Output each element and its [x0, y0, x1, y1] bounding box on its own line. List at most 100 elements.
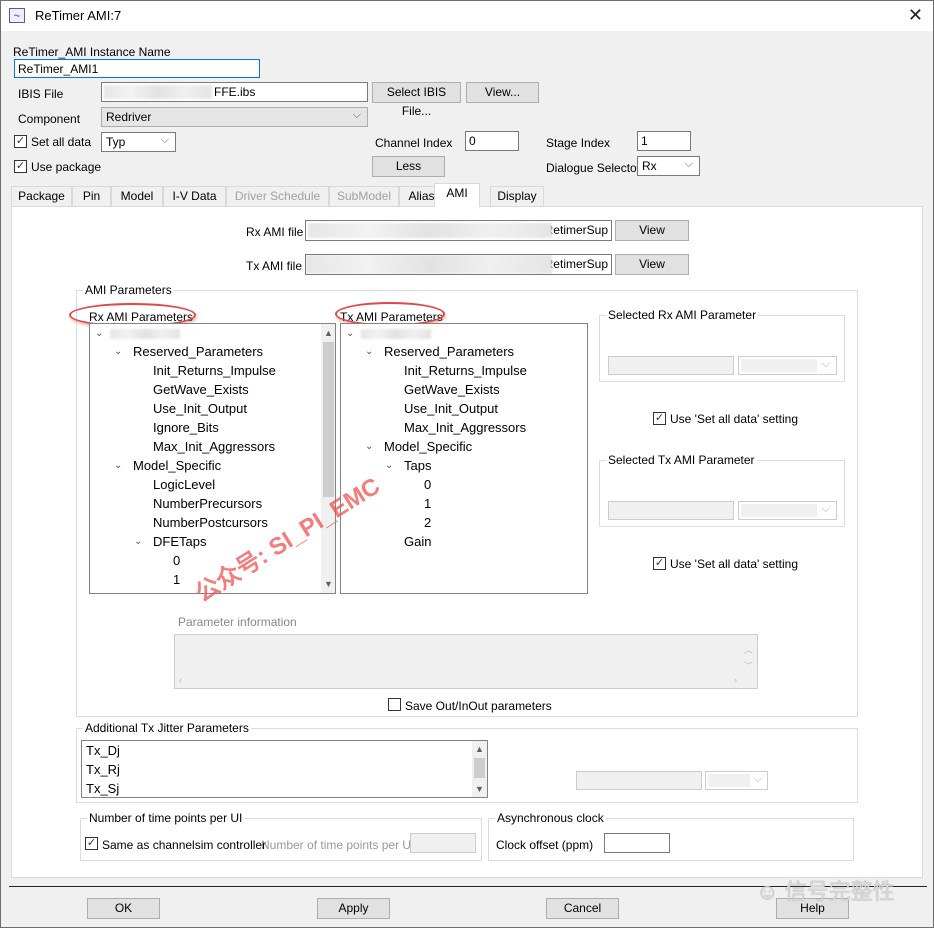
- chevron-down-icon[interactable]: ⌄: [114, 346, 122, 357]
- same-as-channelsim-checkbox[interactable]: ✓: [85, 837, 98, 850]
- scroll-down-icon: ﹀: [743, 661, 753, 671]
- list-item[interactable]: Tx_Dj: [86, 743, 120, 758]
- tree-node[interactable]: 0: [173, 553, 180, 568]
- chevron-down-icon[interactable]: ⌄: [365, 441, 373, 452]
- stage-index-label: Stage Index: [546, 136, 611, 150]
- component-select[interactable]: Redriver ⌵: [101, 107, 368, 127]
- tree-node[interactable]: 1: [173, 572, 180, 587]
- chevron-down-icon: ⌵: [352, 109, 361, 121]
- set-all-data-value: Typ: [106, 135, 126, 149]
- dialogue-selector-label: Dialogue Selector: [546, 161, 641, 175]
- use-package-checkbox[interactable]: ✓: [14, 160, 27, 173]
- chevron-down-icon[interactable]: ⌄: [365, 346, 373, 357]
- scroll-thumb[interactable]: [323, 342, 334, 497]
- tab-iv-data[interactable]: I-V Data: [163, 186, 226, 206]
- save-out-checkbox[interactable]: [388, 698, 401, 711]
- tree-node[interactable]: Init_Returns_Impulse: [404, 363, 527, 378]
- select-ibis-file-button[interactable]: Select IBIS File...: [372, 82, 461, 118]
- tree-node[interactable]: Gain: [404, 534, 431, 549]
- chevron-down-icon: ⌵: [684, 158, 693, 170]
- tx-view-button[interactable]: View: [615, 254, 689, 275]
- tree-node[interactable]: GetWave_Exists: [404, 382, 500, 397]
- set-all-data-select[interactable]: Typ ⌵: [101, 132, 176, 152]
- tx-ami-file-label: Tx AMI file: [246, 259, 303, 273]
- tree-node[interactable]: 0: [424, 477, 431, 492]
- selected-tx-value-select: ⌵: [738, 501, 837, 520]
- selected-rx-value-select: ⌵: [738, 356, 837, 375]
- clock-offset-input[interactable]: [604, 833, 670, 853]
- tree-node[interactable]: Model_Specific: [384, 439, 472, 454]
- stage-index-input[interactable]: 1: [637, 131, 691, 151]
- tree-node[interactable]: Model_Specific: [133, 458, 221, 473]
- chevron-down-icon[interactable]: ⌄: [114, 460, 122, 471]
- tab-model[interactable]: Model: [111, 186, 163, 206]
- tree-node[interactable]: NumberPrecursors: [153, 496, 262, 511]
- apply-button[interactable]: Apply: [317, 898, 390, 919]
- tree-node[interactable]: 1: [424, 496, 431, 511]
- rx-parameters-tree[interactable]: ⌄ ⌄ Reserved_Parameters Init_Returns_Impul…: [89, 323, 336, 594]
- tab-ami[interactable]: AMI: [434, 183, 480, 207]
- channel-index-input[interactable]: 0: [465, 131, 519, 151]
- scroll-thumb[interactable]: [474, 758, 485, 778]
- list-item[interactable]: Tx_Sj: [86, 781, 119, 796]
- ok-button[interactable]: OK: [87, 898, 160, 919]
- rx-ami-file-input[interactable]: _RetimerSup: [305, 220, 612, 241]
- rx-use-set-all-data-checkbox[interactable]: ✓: [653, 412, 666, 425]
- time-points-input: [410, 833, 476, 853]
- jitter-list-scrollbar[interactable]: ▲ ▼: [472, 741, 487, 797]
- tree-node[interactable]: Use_Init_Output: [153, 401, 247, 416]
- scroll-down-icon[interactable]: ▼: [475, 784, 484, 794]
- tree-node[interactable]: Reserved_Parameters: [384, 344, 514, 359]
- dialogue-selector-select[interactable]: Rx ⌵: [637, 156, 700, 176]
- cancel-button[interactable]: Cancel: [546, 898, 619, 919]
- tree-node[interactable]: Use_Init_Output: [404, 401, 498, 416]
- list-item[interactable]: Tx_Rj: [86, 762, 120, 777]
- tx-parameters-tree[interactable]: ⌄ ⌄ Reserved_Parameters Init_Returns_Impul…: [340, 323, 588, 594]
- rx-view-button[interactable]: View: [615, 220, 689, 241]
- tree-node[interactable]: Max_Init_Aggressors: [153, 439, 275, 454]
- tab-package[interactable]: Package: [11, 186, 72, 206]
- chevron-down-icon[interactable]: ⌄: [385, 460, 393, 471]
- tree-node[interactable]: Max_Init_Aggressors: [404, 420, 526, 435]
- tree-node[interactable]: NumberPostcursors: [153, 515, 268, 530]
- chevron-down-icon: ⌵: [821, 503, 830, 515]
- chevron-down-icon: ⌵: [160, 134, 169, 146]
- title-bar: ⏦ ReTimer AMI:7 ✕: [1, 1, 933, 31]
- scroll-left-icon: ‹: [179, 675, 182, 685]
- tree-node[interactable]: Taps: [404, 458, 431, 473]
- tree-node[interactable]: Init_Returns_Impulse: [153, 363, 276, 378]
- tab-display[interactable]: Display: [490, 186, 544, 206]
- scroll-down-icon[interactable]: ▼: [324, 579, 333, 589]
- close-icon[interactable]: ✕: [908, 5, 923, 26]
- jitter-value-select: ⌵: [705, 771, 768, 790]
- tree-node[interactable]: LogicLevel: [153, 477, 215, 492]
- ibis-file-input[interactable]: FFE.ibs: [101, 82, 368, 102]
- chevron-down-icon[interactable]: ⌄: [346, 328, 354, 339]
- tree-node[interactable]: Ignore_Bits: [153, 420, 219, 435]
- tree-node[interactable]: Reserved_Parameters: [133, 344, 263, 359]
- tx-use-set-all-data-checkbox[interactable]: ✓: [653, 557, 666, 570]
- component-value: Redriver: [106, 110, 152, 124]
- rx-tree-scrollbar[interactable]: ▲ ▼: [321, 324, 335, 593]
- chevron-down-icon[interactable]: ⌄: [134, 536, 142, 547]
- clock-offset-label: Clock offset (ppm): [496, 838, 594, 852]
- tab-pin[interactable]: Pin: [72, 186, 111, 206]
- scroll-right-icon: ›: [734, 675, 737, 685]
- parameter-info-textarea: ︿ ﹀ ‹ ›: [174, 634, 758, 689]
- view-ibis-button[interactable]: View...: [466, 82, 539, 103]
- scroll-up-icon[interactable]: ▲: [324, 328, 333, 338]
- parameter-info-label: Parameter information: [178, 615, 297, 629]
- chevron-down-icon: ⌵: [821, 358, 830, 370]
- less-button[interactable]: Less: [372, 156, 445, 177]
- instance-name-input[interactable]: ReTimer_AMI1: [14, 59, 260, 78]
- tx-jitter-title: Additional Tx Jitter Parameters: [83, 721, 251, 735]
- tx-ami-file-input[interactable]: _RetimerSup: [305, 254, 612, 275]
- scroll-up-icon[interactable]: ▲: [475, 744, 484, 754]
- tx-jitter-list[interactable]: Tx_Dj Tx_Rj Tx_Sj ▲ ▼: [81, 740, 488, 798]
- dialog-window: ⏦ ReTimer AMI:7 ✕ ReTimer_AMI Instance N…: [0, 0, 934, 928]
- chevron-down-icon[interactable]: ⌄: [95, 328, 103, 339]
- tree-node[interactable]: DFETaps: [153, 534, 206, 549]
- tree-node[interactable]: 2: [424, 515, 431, 530]
- tree-node[interactable]: GetWave_Exists: [153, 382, 249, 397]
- set-all-data-checkbox[interactable]: ✓: [14, 135, 27, 148]
